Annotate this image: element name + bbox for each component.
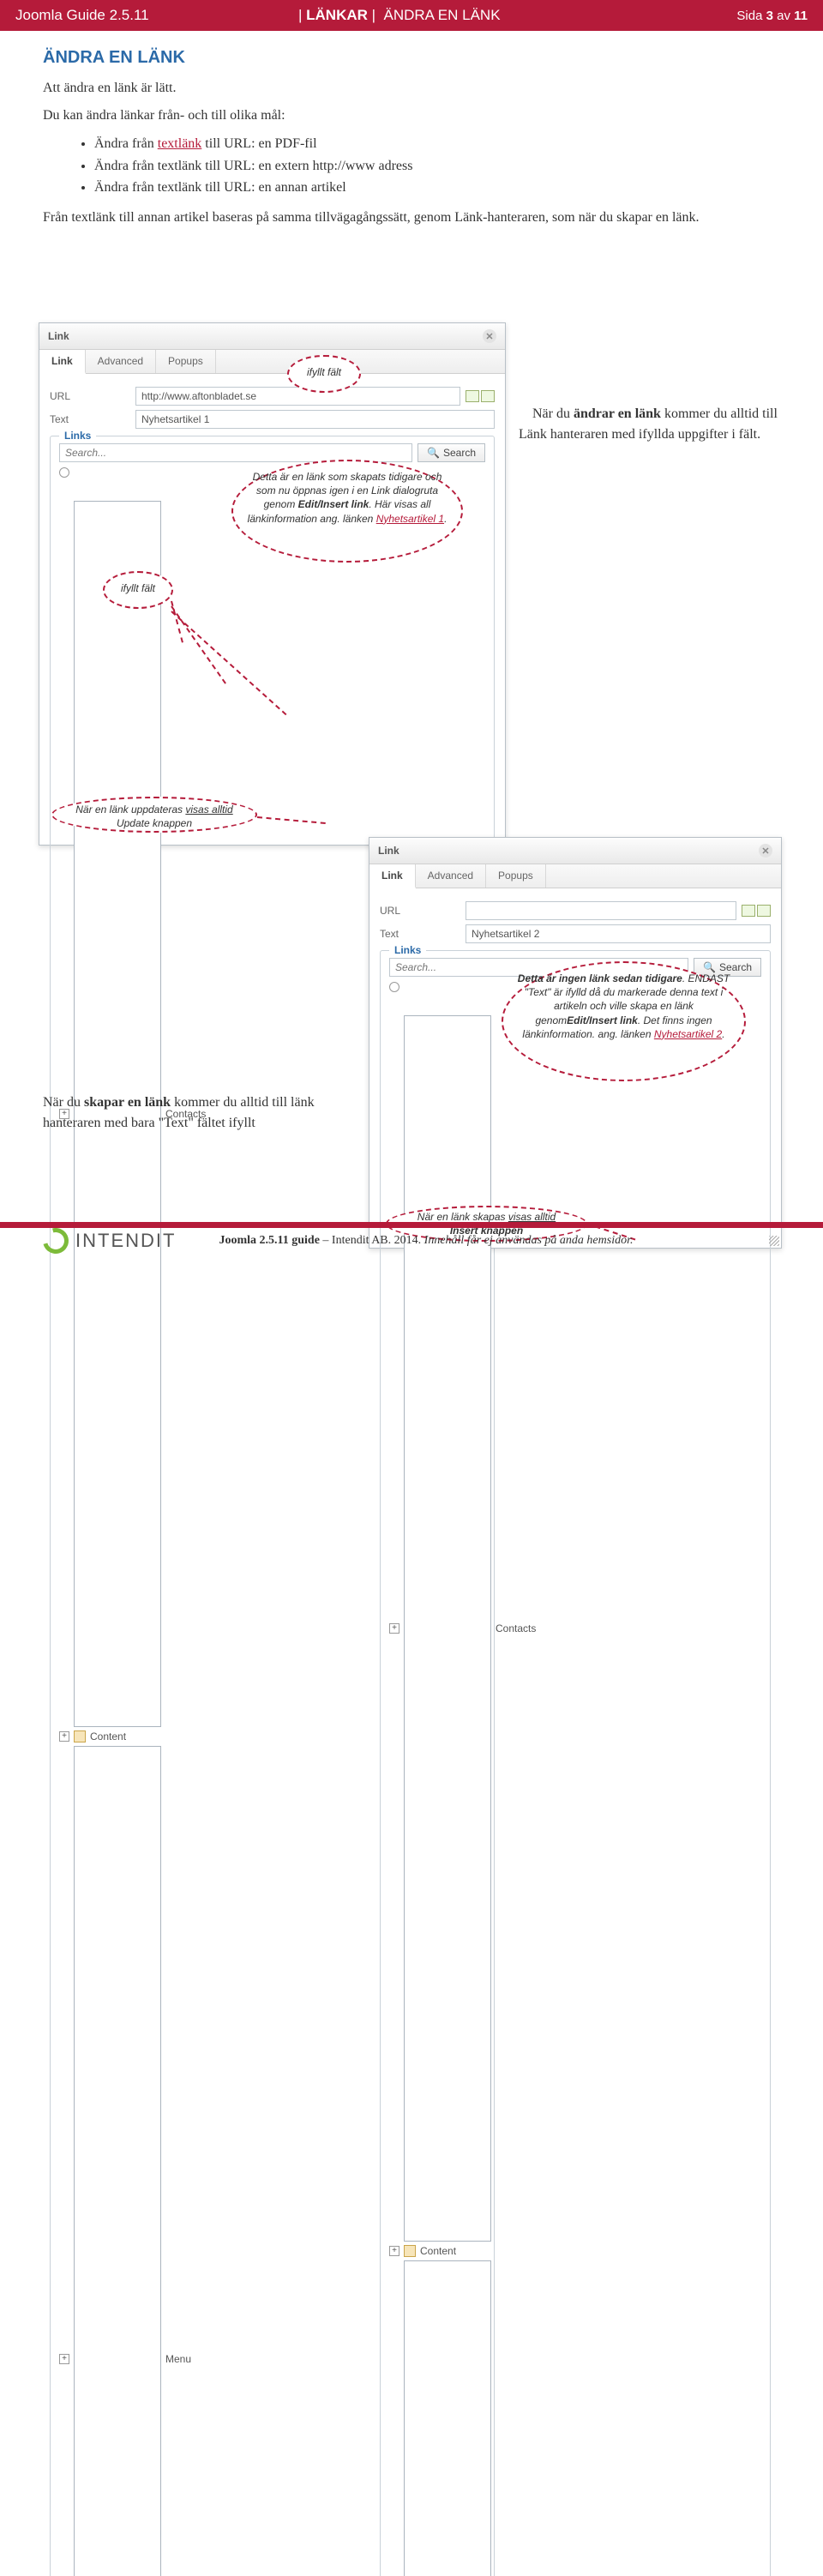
bullet-list: Ändra från textlänk till URL: en PDF-fil…	[43, 133, 780, 199]
footer-line	[0, 1222, 823, 1228]
tab2-popups[interactable]: Popups	[486, 864, 546, 888]
text-label: Text	[50, 413, 135, 425]
intro-1: Att ändra en länk är lätt.	[43, 78, 780, 99]
footer-text: Joomla 2.5.11 guide – Intendit AB. 2014.…	[219, 1234, 633, 1248]
text2-input[interactable]	[466, 924, 771, 943]
bullet-1: Ändra från textlänk till URL: en PDF-fil	[94, 133, 780, 155]
dialog2-titlebar[interactable]: Link✕	[369, 838, 781, 864]
bullet-3: Ändra från textlänk till URL: en annan a…	[94, 177, 780, 199]
bottom-caption: När du skapar en länk kommer du alltid t…	[43, 1092, 360, 1134]
callout-big-1: Detta är en länk som skapats tidigare oc…	[231, 460, 463, 563]
tab-advanced[interactable]: Advanced	[86, 350, 156, 373]
gear-icon[interactable]	[59, 467, 69, 478]
url-input[interactable]	[135, 387, 460, 406]
search-button[interactable]: 🔍 Search	[418, 443, 485, 462]
footer: INTENDIT Joomla 2.5.11 guide – Intendit …	[43, 1228, 780, 1254]
url-icons[interactable]	[466, 390, 495, 402]
tab2-link[interactable]: Link	[369, 864, 416, 888]
logo-icon	[39, 1224, 74, 1259]
text-input[interactable]	[135, 410, 495, 429]
para-after: Från textlänk till annan artikel baseras…	[43, 208, 780, 228]
page-body: ÄNDRA EN LÄNK Att ändra en länk är lätt.…	[0, 31, 823, 1257]
url-icons[interactable]	[742, 905, 771, 917]
callout-ifyllt-1: ifyllt fält	[287, 355, 361, 393]
callout-update: När en länk uppdateras visas alltid Upda…	[51, 797, 257, 833]
bullet-2: Ändra från textlänk till URL: en extern …	[94, 155, 780, 178]
header-page: Sida 3 av 11	[638, 9, 808, 23]
textlink[interactable]: textlänk	[158, 136, 202, 151]
header-center: | | LÄNKAR | ÄNDRA EN LÄNKLÄNKAR | ÄNDRA…	[298, 7, 638, 24]
dialog-title: Link	[48, 330, 69, 342]
close-icon[interactable]: ✕	[759, 844, 772, 858]
callout-big-2: Detta är ingen länk sedan tidigare. ENDA…	[502, 961, 746, 1081]
header-title: Joomla Guide 2.5.11	[15, 7, 298, 24]
page-header: Joomla Guide 2.5.11 | | LÄNKAR | ÄNDRA E…	[0, 0, 823, 31]
url-label: URL	[50, 390, 135, 402]
intro-2: Du kan ändra länkar från- och till olika…	[43, 105, 780, 126]
callout-ifyllt-2: ifyllt fält	[103, 571, 173, 609]
url2-input[interactable]	[466, 901, 736, 920]
close-icon[interactable]: ✕	[483, 329, 496, 343]
links-legend: Links	[59, 430, 96, 442]
side-caption: När du ändrar en länk kommer du alltid t…	[519, 404, 784, 445]
tab2-advanced[interactable]: Advanced	[416, 864, 486, 888]
tab-link[interactable]: Link	[39, 350, 86, 374]
tab-popups[interactable]: Popups	[156, 350, 216, 373]
gear-icon[interactable]	[389, 982, 399, 992]
section-title: ÄNDRA EN LÄNK	[43, 48, 780, 68]
tabs: Link Advanced Popups	[39, 350, 505, 374]
dialog-titlebar[interactable]: Link ✕	[39, 323, 505, 350]
logo: INTENDIT	[43, 1228, 176, 1254]
